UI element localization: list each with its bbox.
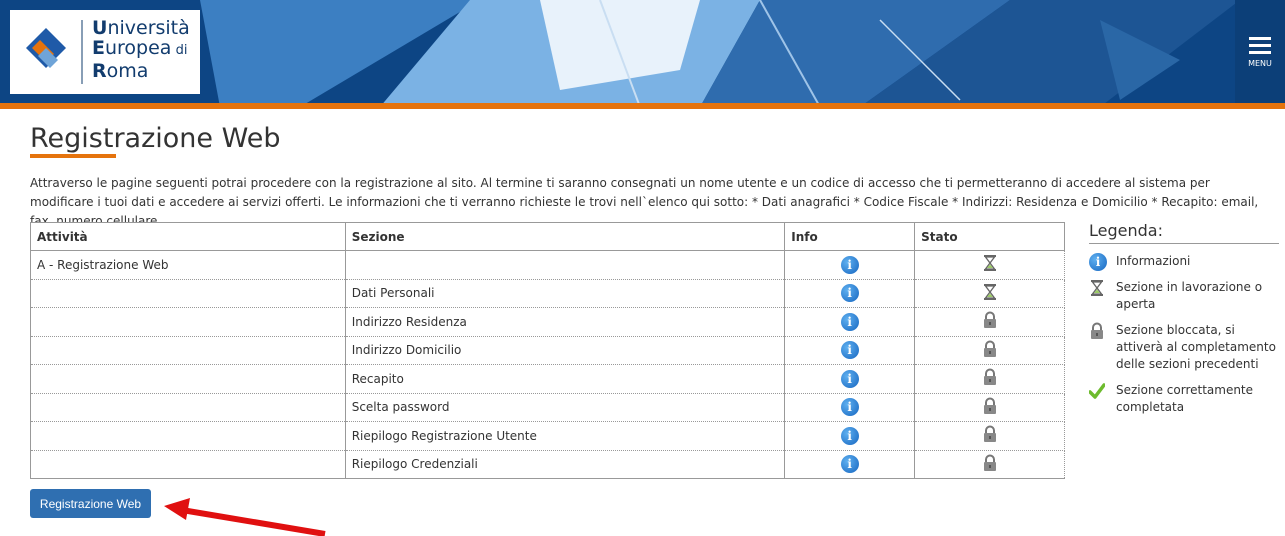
info-icon[interactable]: i bbox=[840, 426, 859, 445]
header-attivita: Attività bbox=[30, 222, 346, 251]
cell-info: i bbox=[784, 250, 916, 280]
header-info: Info bbox=[784, 222, 916, 251]
cell-info: i bbox=[784, 279, 916, 308]
cell-stato bbox=[914, 421, 1065, 451]
cell-attivita bbox=[30, 421, 346, 451]
cell-info: i bbox=[784, 364, 916, 394]
cell-sezione: Riepilogo Registrazione Utente bbox=[344, 421, 786, 451]
legend-label: Sezione bloccata, si attiverà al complet… bbox=[1116, 323, 1276, 371]
title-underline bbox=[30, 154, 116, 158]
legend-icon-wrapper bbox=[1089, 279, 1105, 302]
lock-icon bbox=[983, 425, 996, 443]
info-icon[interactable]: i bbox=[840, 255, 859, 274]
logo-text: Università Europea di Roma bbox=[92, 17, 190, 82]
hamburger-icon-bar bbox=[1249, 44, 1271, 47]
red-arrow-annotation bbox=[164, 498, 326, 536]
legend-label: Sezione in lavorazione o aperta bbox=[1116, 280, 1263, 311]
cell-stato bbox=[914, 364, 1065, 394]
cell-stato bbox=[914, 307, 1065, 337]
cell-attivita bbox=[30, 307, 346, 337]
info-icon[interactable]: i bbox=[840, 341, 859, 360]
cell-sezione: Indirizzo Domicilio bbox=[344, 336, 786, 365]
cell-attivita bbox=[30, 450, 346, 479]
legend-item: Sezione in lavorazione o aperta bbox=[1089, 279, 1279, 313]
cell-sezione: Indirizzo Residenza bbox=[344, 307, 786, 337]
legend: Legenda: i Informazioni Sezione in lavoraz… bbox=[1088, 221, 1279, 416]
menu-label: MENU bbox=[1248, 59, 1272, 68]
cell-info: i bbox=[784, 393, 916, 422]
hamburger-icon bbox=[1249, 37, 1271, 40]
info-icon[interactable]: i bbox=[840, 369, 859, 388]
header-accent-bar bbox=[0, 103, 1285, 109]
legend-item: i Informazioni bbox=[1089, 253, 1279, 271]
cell-info: i bbox=[784, 307, 916, 337]
university-logo[interactable]: Università Europea di Roma bbox=[10, 10, 200, 94]
cell-stato bbox=[914, 393, 1065, 422]
lock-icon bbox=[983, 454, 996, 471]
legend-icon-wrapper bbox=[1089, 322, 1105, 345]
info-icon[interactable]: i bbox=[840, 398, 859, 417]
table-row: Scelta password i bbox=[30, 393, 1065, 422]
header-stato: Stato bbox=[914, 222, 1065, 251]
hourglass-icon bbox=[1091, 280, 1103, 296]
table-row: Indirizzo Domicilio i bbox=[30, 336, 1065, 365]
legend-item: Sezione correttamente completata bbox=[1088, 382, 1279, 416]
registrazione-web-button[interactable]: Registrazione Web bbox=[30, 489, 151, 518]
table-row: Riepilogo Registrazione Utente i bbox=[30, 421, 1065, 451]
cell-info: i bbox=[784, 450, 916, 479]
cell-attivita bbox=[30, 393, 346, 422]
menu-button[interactable]: MENU bbox=[1235, 0, 1285, 103]
cell-sezione: Recapito bbox=[344, 364, 786, 394]
cell-attivita bbox=[30, 364, 346, 394]
lock-icon bbox=[1091, 322, 1103, 339]
lock-icon bbox=[983, 397, 996, 414]
table-row: A - Registrazione Web i bbox=[30, 250, 1065, 280]
cell-attivita bbox=[30, 336, 346, 365]
cell-stato bbox=[914, 250, 1065, 280]
cell-info: i bbox=[784, 421, 916, 451]
table-row: Recapito i bbox=[30, 364, 1065, 394]
header-sezione: Sezione bbox=[344, 222, 786, 251]
lock-icon bbox=[983, 340, 996, 357]
cell-stato bbox=[914, 336, 1065, 365]
table-row: Indirizzo Residenza i bbox=[30, 307, 1065, 337]
legend-label: Informazioni bbox=[1116, 254, 1191, 268]
legend-item: Sezione bloccata, si attiverà al complet… bbox=[1089, 322, 1279, 373]
hourglass-icon bbox=[983, 283, 996, 300]
legend-label: Sezione correttamente completata bbox=[1116, 383, 1254, 414]
hamburger-icon-bar bbox=[1249, 51, 1271, 54]
info-icon: i bbox=[1089, 253, 1107, 271]
cell-sezione: Riepilogo Credenziali bbox=[344, 450, 786, 479]
cell-stato bbox=[914, 279, 1065, 308]
legend-title: Legenda: bbox=[1089, 221, 1279, 244]
cell-stato bbox=[914, 450, 1065, 479]
cell-sezione: Scelta password bbox=[344, 393, 786, 422]
info-icon[interactable]: i bbox=[840, 284, 859, 303]
info-icon[interactable]: i bbox=[840, 312, 859, 331]
table-header-row: Attività Sezione Info Stato bbox=[30, 222, 1065, 251]
hourglass-icon bbox=[983, 255, 996, 272]
table-row: Dati Personali i bbox=[30, 279, 1065, 308]
legend-icon-wrapper: i bbox=[1089, 253, 1107, 271]
cell-sezione: Dati Personali bbox=[344, 279, 786, 308]
cell-attivita bbox=[30, 279, 346, 308]
lock-icon bbox=[983, 368, 996, 386]
registration-steps-table: Attività Sezione Info Stato A - Registra… bbox=[30, 222, 1065, 479]
table-row: Riepilogo Credenziali i bbox=[30, 450, 1065, 479]
cell-attivita: A - Registrazione Web bbox=[30, 250, 346, 280]
lock-icon bbox=[983, 311, 996, 329]
site-header: Università Europea di Roma MENU bbox=[0, 0, 1285, 107]
cell-sezione bbox=[344, 250, 786, 280]
info-icon[interactable]: i bbox=[840, 455, 859, 474]
cell-info: i bbox=[784, 336, 916, 365]
checkmark-icon bbox=[1088, 383, 1106, 399]
page-title: Registrazione Web bbox=[30, 123, 281, 154]
legend-icon-wrapper bbox=[1088, 382, 1106, 405]
